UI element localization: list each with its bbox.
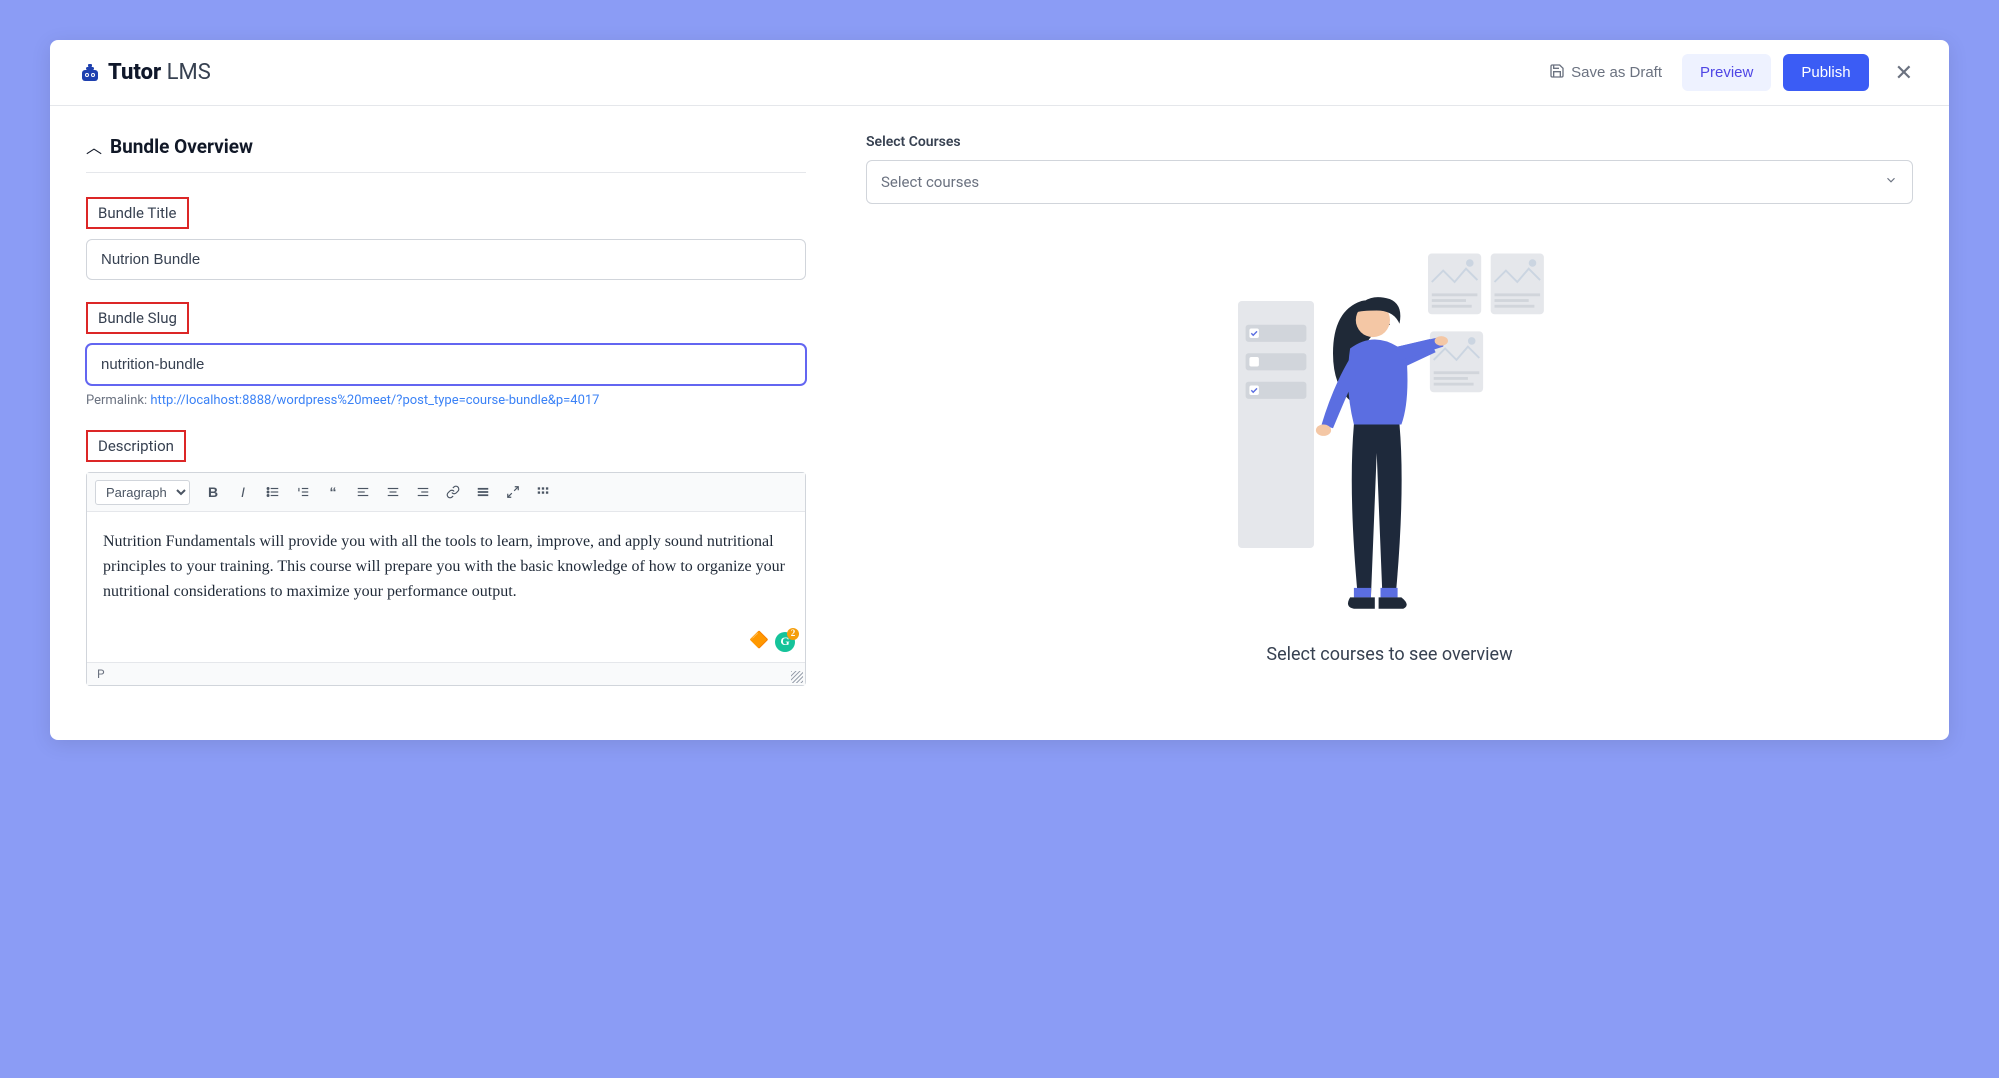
chevron-up-icon: ︿ — [86, 134, 102, 158]
align-center-button[interactable] — [380, 479, 406, 505]
bundle-title-input[interactable] — [86, 239, 806, 280]
close-button[interactable]: ✕ — [1887, 56, 1921, 90]
link-button[interactable] — [440, 479, 466, 505]
chevron-down-icon — [1884, 173, 1898, 191]
close-icon: ✕ — [1895, 60, 1913, 85]
italic-button[interactable]: I — [230, 479, 256, 505]
bullet-list-button[interactable] — [260, 479, 286, 505]
editor-element-path: P — [97, 667, 105, 681]
save-icon — [1549, 63, 1565, 83]
permalink-link[interactable]: http://localhost:8888/wordpress%20meet/?… — [150, 393, 599, 408]
publish-button[interactable]: Publish — [1783, 54, 1868, 91]
save-draft-label: Save as Draft — [1571, 64, 1662, 81]
fullscreen-button[interactable] — [500, 479, 526, 505]
preview-button[interactable]: Preview — [1682, 54, 1771, 91]
field-bundle-slug: Bundle Slug Permalink: http://localhost:… — [86, 302, 806, 408]
section-title: Bundle Overview — [110, 135, 253, 158]
bundle-slug-input[interactable] — [86, 344, 806, 385]
bundle-overview-panel: ︿ Bundle Overview Bundle Title Bundle Sl… — [86, 134, 806, 708]
select-courses-label: Select Courses — [866, 134, 1913, 150]
format-dropdown[interactable]: Paragraph — [95, 480, 190, 505]
app-header: Tutor LMS Save as Draft Preview Publish … — [50, 40, 1949, 106]
grammarly-icon[interactable]: G — [775, 632, 795, 652]
select-courses-dropdown[interactable]: Select courses — [866, 160, 1913, 204]
select-courses-placeholder: Select courses — [881, 173, 979, 191]
grammarly-badges: 🔶 G — [749, 629, 795, 654]
illustration-svg — [1220, 244, 1560, 624]
bundle-title-label: Bundle Title — [86, 197, 189, 229]
section-header[interactable]: ︿ Bundle Overview — [86, 134, 806, 173]
bold-button[interactable]: B — [200, 479, 226, 505]
editor-status-bar: P — [87, 662, 805, 685]
logo-text-lms: LMS — [161, 60, 211, 85]
tutor-logo-icon — [78, 61, 102, 85]
empty-state-illustration: Select courses to see overview — [866, 244, 1913, 665]
empty-state-caption: Select courses to see overview — [866, 644, 1913, 665]
field-bundle-title: Bundle Title — [86, 197, 806, 280]
rich-text-editor: Paragraph B I “ — [86, 472, 806, 686]
app-logo: Tutor LMS — [78, 60, 211, 85]
description-label: Description — [86, 430, 186, 462]
editor-toolbar: Paragraph B I “ — [87, 473, 805, 512]
logo-text-tutor: Tutor — [108, 60, 161, 85]
editor-content[interactable]: Nutrition Fundamentals will provide you … — [87, 512, 805, 662]
app-body: ︿ Bundle Overview Bundle Title Bundle Sl… — [50, 106, 1949, 736]
blockquote-button[interactable]: “ — [320, 479, 346, 505]
align-right-button[interactable] — [410, 479, 436, 505]
permalink-label: Permalink: — [86, 393, 150, 408]
save-draft-button[interactable]: Save as Draft — [1541, 57, 1670, 89]
description-text: Nutrition Fundamentals will provide you … — [103, 533, 785, 600]
header-actions: Save as Draft Preview Publish ✕ — [1541, 54, 1921, 91]
premium-diamond-icon[interactable]: 🔶 — [749, 629, 769, 654]
permalink-row: Permalink: http://localhost:8888/wordpre… — [86, 393, 806, 408]
field-description: Description Paragraph B I — [86, 430, 806, 686]
numbered-list-button[interactable] — [290, 479, 316, 505]
read-more-button[interactable] — [470, 479, 496, 505]
select-courses-panel: Select Courses Select courses — [866, 134, 1913, 708]
bundle-slug-label: Bundle Slug — [86, 302, 189, 334]
app-window: Tutor LMS Save as Draft Preview Publish … — [50, 40, 1949, 740]
toolbar-toggle-button[interactable] — [530, 479, 556, 505]
resize-handle-icon[interactable] — [791, 671, 803, 683]
align-left-button[interactable] — [350, 479, 376, 505]
